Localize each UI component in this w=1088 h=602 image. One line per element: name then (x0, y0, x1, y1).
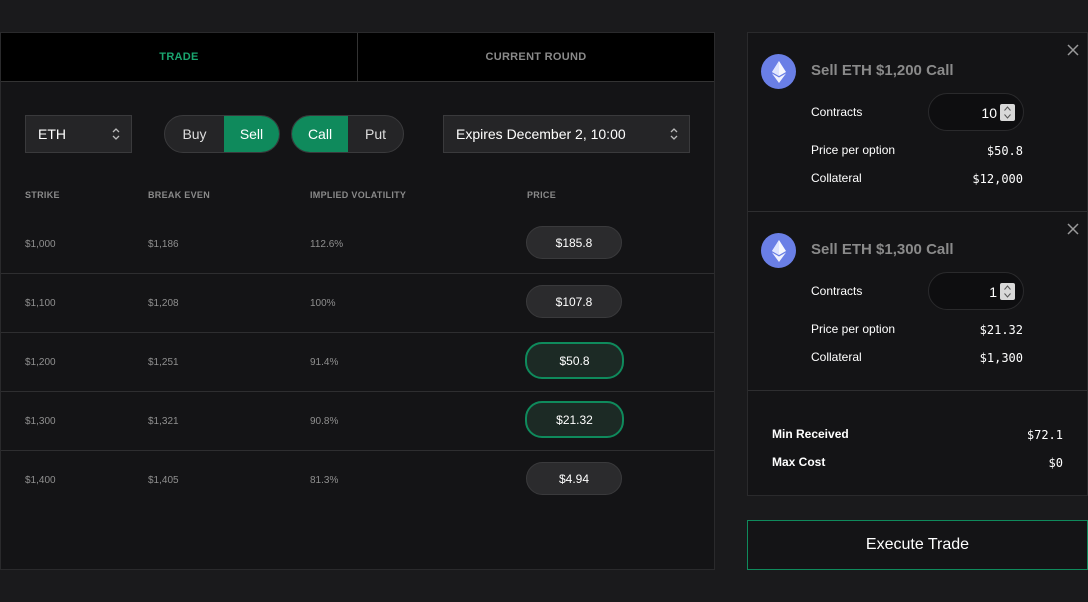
break-even-cell: $1,251 (148, 357, 179, 368)
price-per-option-label: Price per option (811, 143, 896, 157)
contracts-value: 1 (989, 284, 997, 300)
order-summary-panel: Sell ETH $1,200 Call Contracts 10 Price … (747, 32, 1088, 496)
header-price: PRICE (527, 190, 557, 200)
order-totals: Min Received $72.1 Max Cost $0 (748, 391, 1087, 495)
price-per-option-label: Price per option (811, 322, 896, 336)
quantity-stepper[interactable] (1000, 104, 1015, 121)
execute-trade-button[interactable]: Execute Trade (747, 520, 1088, 570)
price-button-selected[interactable]: $50.8 (525, 342, 624, 379)
price-button[interactable]: $107.8 (526, 285, 622, 318)
options-table: $1,000 $1,186 112.6% $185.8 $1,100 $1,20… (1, 215, 714, 510)
price-per-option-value: $50.8 (986, 144, 1023, 158)
header-implied-volatility: IMPLIED VOLATILITY (310, 190, 407, 200)
tab-current-round[interactable]: CURRENT ROUND (358, 33, 714, 81)
close-icon[interactable] (1066, 222, 1080, 236)
min-received-value: $72.1 (1026, 428, 1063, 442)
strike-cell: $1,200 (25, 357, 56, 368)
price-button[interactable]: $185.8 (526, 226, 622, 259)
chevron-up-icon[interactable] (1004, 106, 1011, 111)
max-cost-value: $0 (1048, 456, 1063, 470)
table-row: $1,200 $1,251 91.4% $50.8 (1, 333, 714, 392)
filter-controls: ETH Buy Sell Call Put Expires December 2… (1, 82, 714, 182)
price-button[interactable]: $4.94 (526, 462, 622, 495)
contracts-label: Contracts (811, 105, 863, 119)
close-icon[interactable] (1066, 43, 1080, 57)
header-break-even: BREAK EVEN (148, 190, 211, 200)
contracts-value: 10 (981, 105, 997, 121)
chevron-updown-icon (112, 128, 120, 140)
iv-cell: 90.8% (310, 416, 339, 427)
asset-select[interactable]: ETH (25, 115, 132, 153)
options-chain-panel: TRADE CURRENT ROUND ETH Buy Sell Call Pu… (0, 32, 715, 570)
break-even-cell: $1,321 (148, 416, 179, 427)
ethereum-icon (761, 54, 796, 89)
max-cost-label: Max Cost (772, 455, 826, 469)
buy-sell-toggle: Buy Sell (164, 115, 280, 153)
collateral-value: $1,300 (979, 351, 1023, 365)
collateral-label: Collateral (811, 350, 862, 364)
quantity-stepper[interactable] (1000, 283, 1015, 300)
contracts-input[interactable]: 1 (928, 272, 1024, 310)
strike-cell: $1,000 (25, 239, 56, 250)
price-button-selected[interactable]: $21.32 (525, 401, 624, 438)
order-title: Sell ETH $1,200 Call (811, 62, 954, 79)
order-card: Sell ETH $1,300 Call Contracts 1 Price p… (748, 212, 1087, 391)
chevron-up-icon[interactable] (1004, 285, 1011, 290)
strike-cell: $1,100 (25, 298, 56, 309)
min-received-label: Min Received (772, 427, 849, 441)
buy-option[interactable]: Buy (165, 116, 224, 152)
chevron-down-icon[interactable] (1004, 293, 1011, 298)
break-even-cell: $1,208 (148, 298, 179, 309)
order-card: Sell ETH $1,200 Call Contracts 10 Price … (748, 33, 1087, 212)
strike-cell: $1,400 (25, 475, 56, 486)
call-put-toggle: Call Put (291, 115, 404, 153)
header-strike: STRIKE (25, 190, 60, 200)
contracts-label: Contracts (811, 284, 863, 298)
iv-cell: 100% (310, 298, 336, 309)
table-row: $1,400 $1,405 81.3% $4.94 (1, 451, 714, 510)
expiry-select-value: Expires December 2, 10:00 (456, 126, 626, 142)
collateral-label: Collateral (811, 171, 862, 185)
break-even-cell: $1,186 (148, 239, 179, 250)
tab-bar: TRADE CURRENT ROUND (1, 33, 714, 82)
iv-cell: 81.3% (310, 475, 339, 486)
iv-cell: 112.6% (310, 239, 344, 250)
break-even-cell: $1,405 (148, 475, 179, 486)
chevron-updown-icon (670, 128, 678, 140)
strike-cell: $1,300 (25, 416, 56, 427)
table-row: $1,300 $1,321 90.8% $21.32 (1, 392, 714, 451)
sell-option[interactable]: Sell (224, 116, 279, 152)
expiry-select[interactable]: Expires December 2, 10:00 (443, 115, 690, 153)
order-title: Sell ETH $1,300 Call (811, 241, 954, 258)
table-row: $1,000 $1,186 112.6% $185.8 (1, 215, 714, 274)
tab-trade[interactable]: TRADE (1, 33, 358, 81)
ethereum-icon (761, 233, 796, 268)
contracts-input[interactable]: 10 (928, 93, 1024, 131)
call-option[interactable]: Call (292, 116, 348, 152)
collateral-value: $12,000 (972, 172, 1023, 186)
asset-select-value: ETH (38, 126, 66, 142)
price-per-option-value: $21.32 (979, 323, 1023, 337)
table-row: $1,100 $1,208 100% $107.8 (1, 274, 714, 333)
put-option[interactable]: Put (348, 116, 403, 152)
chevron-down-icon[interactable] (1004, 114, 1011, 119)
iv-cell: 91.4% (310, 357, 339, 368)
